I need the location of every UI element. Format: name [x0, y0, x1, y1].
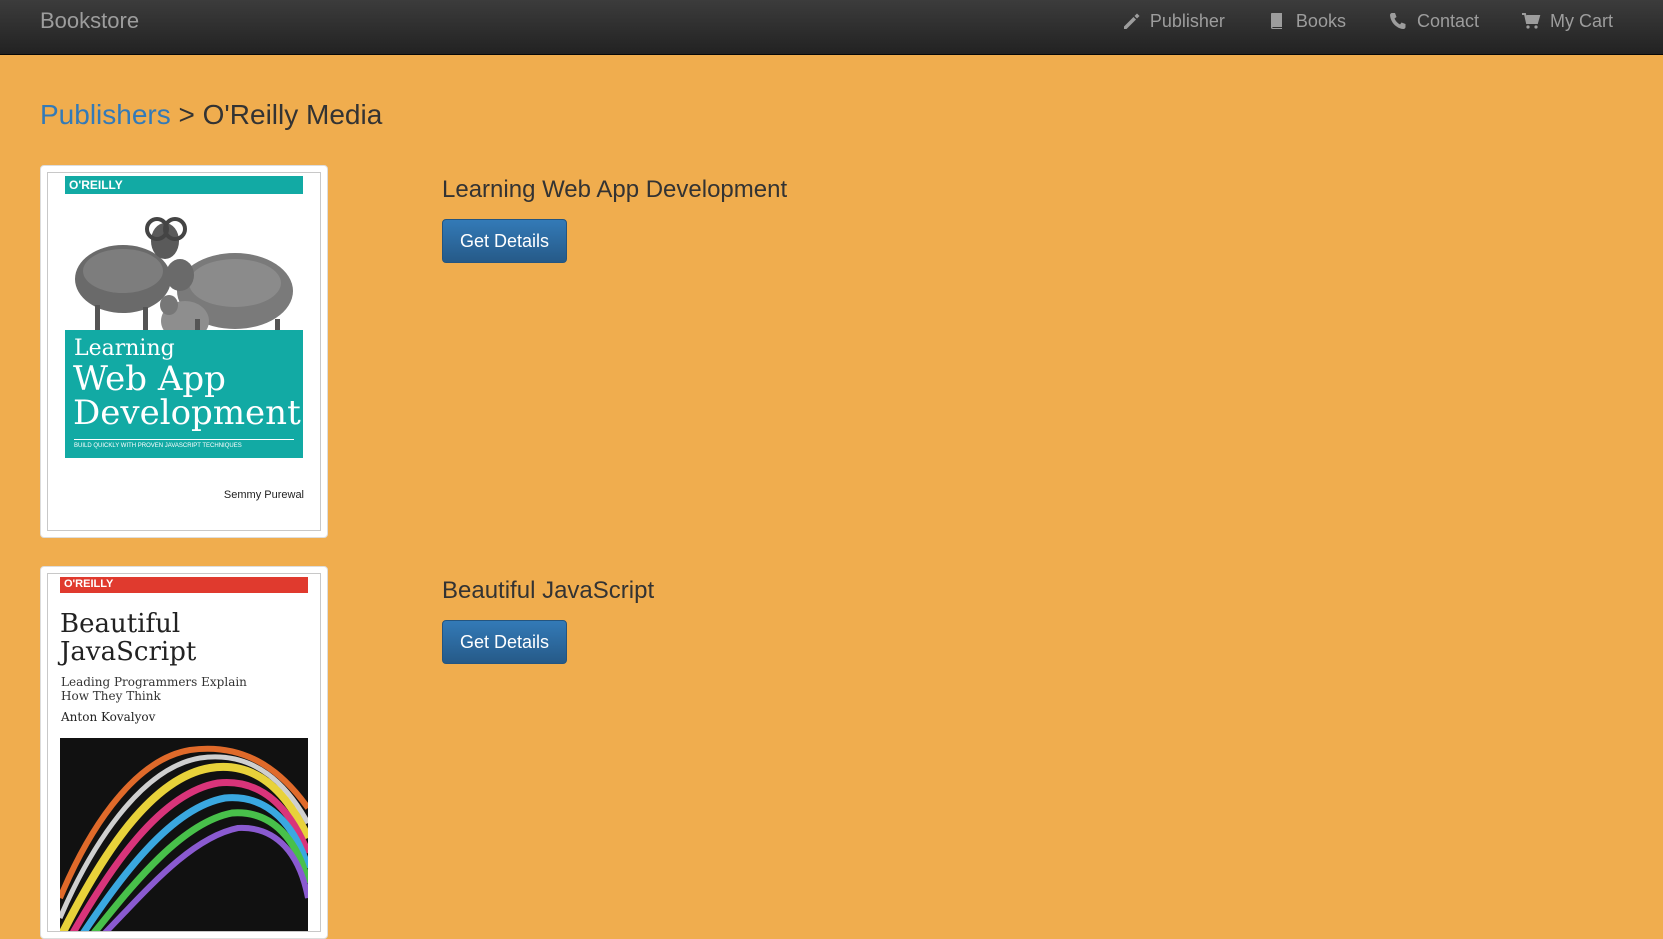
cover-publisher: O'REILLY: [64, 578, 114, 590]
cover-title-block: Learning Web App Development BUILD QUICK…: [65, 330, 303, 458]
nav-menu: Publisher Books Contact My Cart: [1079, 0, 1663, 42]
cart-icon: [1521, 11, 1541, 31]
book-cover-beautiful-javascript: O'REILLY Beautiful JavaScript Leading Pr…: [47, 573, 321, 932]
book-title: Beautiful JavaScript: [442, 577, 655, 604]
breadcrumb-link-publishers[interactable]: Publishers: [40, 99, 171, 130]
cover-title-line: Beautiful: [60, 609, 181, 639]
phone-icon: [1388, 11, 1408, 31]
book-title: Learning Web App Development: [442, 176, 788, 203]
nav-item-contact[interactable]: Contact: [1388, 11, 1479, 32]
get-details-button[interactable]: Get Details: [442, 219, 568, 263]
brand-link[interactable]: Bookstore: [40, 8, 139, 34]
cover-publisher-bar: O'REILLY: [65, 176, 303, 194]
nav-item-label: Contact: [1416, 10, 1479, 31]
cover-author: Semmy Purewal: [223, 489, 304, 501]
cover-subtitle: Leading Programmers Explain: [61, 675, 247, 689]
cover-divider: [74, 439, 294, 440]
book-cover-learning-web-app: O'REILLY Learning Web App Development BU…: [47, 172, 321, 531]
sheep-illustration: [75, 217, 293, 347]
nav-item-publisher[interactable]: Publisher: [1121, 11, 1225, 32]
cover-title-line: Development: [73, 393, 301, 433]
book-info: Beautiful JavaScript Get Details: [442, 576, 654, 664]
breadcrumb: Publishers > O'Reilly Media: [40, 98, 382, 132]
nav-item-label: Books: [1295, 10, 1346, 31]
nav-item-cart[interactable]: My Cart: [1521, 11, 1613, 32]
cover-tagline: BUILD QUICKLY WITH PROVEN JAVASCRIPT TEC…: [74, 443, 242, 449]
nav-item-label: Publisher: [1149, 10, 1225, 31]
breadcrumb-current: O'Reilly Media: [202, 99, 383, 130]
book-icon: [1267, 11, 1287, 31]
nav-item-label: My Cart: [1550, 10, 1613, 31]
cover-author: Anton Kovalyov: [61, 710, 156, 724]
cover-subtitle: How They Think: [61, 689, 161, 703]
cover-publisher-bar: O'REILLY: [60, 577, 308, 593]
cover-publisher: O'REILLY: [69, 178, 123, 192]
book-cover-thumbnail[interactable]: O'REILLY Beautiful JavaScript Leading Pr…: [40, 566, 328, 939]
get-details-button[interactable]: Get Details: [442, 620, 568, 664]
breadcrumb-separator: >: [178, 99, 195, 130]
cover-title-line: Learning: [74, 336, 175, 361]
cover-title-line: JavaScript: [60, 637, 197, 667]
pencil-icon: [1121, 11, 1141, 31]
book-info: Learning Web App Development Get Details: [442, 175, 787, 263]
navbar: Bookstore Publisher Books Contact My Car…: [0, 0, 1663, 55]
book-cover-thumbnail[interactable]: O'REILLY Learning Web App Development BU…: [40, 165, 328, 538]
nav-item-books[interactable]: Books: [1267, 11, 1346, 32]
cover-cable-photo: [60, 738, 308, 931]
